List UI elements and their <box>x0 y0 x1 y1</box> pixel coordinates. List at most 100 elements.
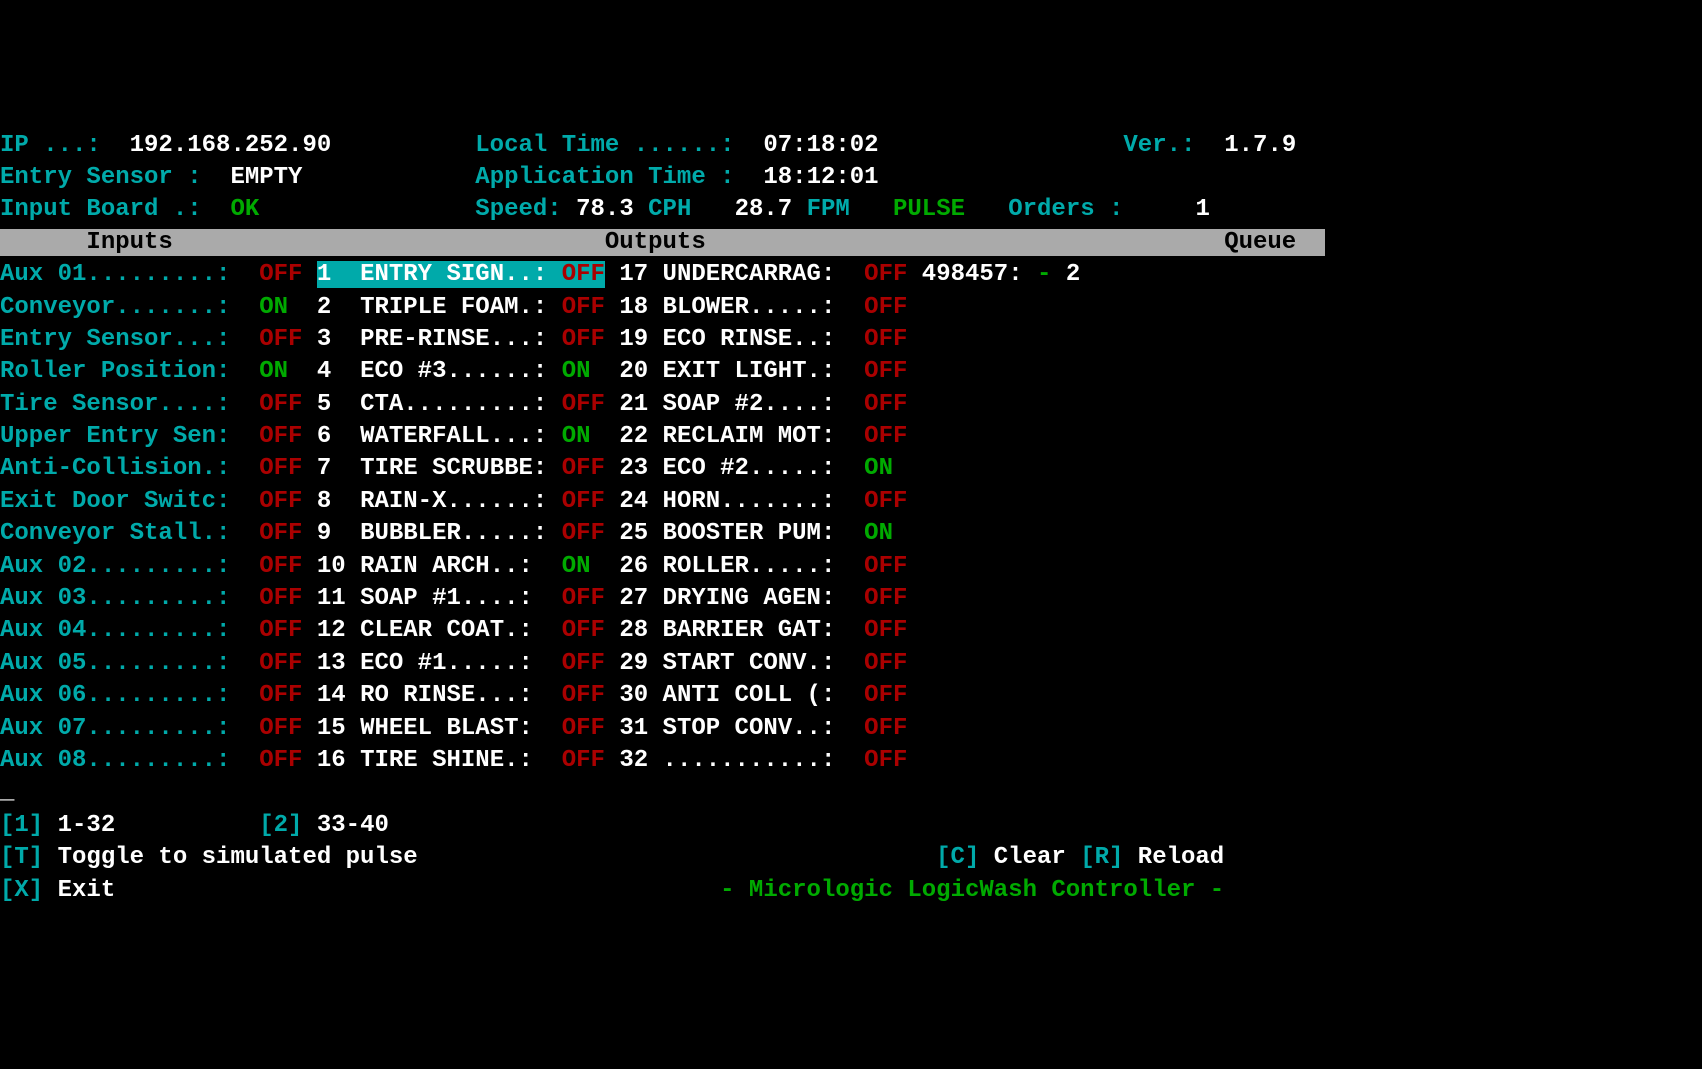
input-label: Aux 06.........: <box>0 682 245 709</box>
output-label[interactable]: 10 RAIN ARCH..: <box>317 553 562 580</box>
output-label[interactable]: 13 ECO #1.....: <box>317 650 562 677</box>
input-state: ON <box>245 358 303 385</box>
output-label[interactable]: 18 BLOWER.....: <box>619 294 864 321</box>
output-label[interactable]: 15 WHEEL BLAST: <box>317 715 562 742</box>
output-label[interactable]: 31 STOP CONV..: <box>619 715 864 742</box>
key-c-text: Clear <box>994 844 1080 871</box>
input-state: OFF <box>245 617 303 644</box>
input-label: Aux 03.........: <box>0 585 245 612</box>
output-label[interactable]: 17 UNDERCARRAG: <box>619 261 864 288</box>
queue-dash: - <box>1037 261 1066 288</box>
input-state: OFF <box>245 747 303 774</box>
input-label: Aux 04.........: <box>0 617 245 644</box>
output-label[interactable]: 25 BOOSTER PUM: <box>619 520 864 547</box>
output-label-selected[interactable]: 1 ENTRY SIGN..: <box>317 261 562 288</box>
label-localtime: Local Time ......: <box>475 132 749 159</box>
output-label[interactable]: 7 TIRE SCRUBBE: <box>317 455 562 482</box>
output-state-selected: OFF <box>562 261 605 288</box>
output-state: OFF <box>864 650 907 677</box>
output-state: OFF <box>864 358 907 385</box>
input-label: Conveyor Stall.: <box>0 520 245 547</box>
output-label[interactable]: 24 HORN.......: <box>619 488 864 515</box>
key-r-text: Reload <box>1138 844 1224 871</box>
input-state: OFF <box>245 391 303 418</box>
output-label[interactable]: 2 TRIPLE FOAM.: <box>317 294 562 321</box>
output-label[interactable]: 22 RECLAIM MOT: <box>619 423 864 450</box>
value-pulse: PULSE <box>893 196 1008 223</box>
label-ip: IP ...: <box>0 132 115 159</box>
label-entry-sensor: Entry Sensor : <box>0 164 216 191</box>
output-label[interactable]: 29 START CONV.: <box>619 650 864 677</box>
output-state: OFF <box>864 261 907 288</box>
output-label[interactable]: 21 SOAP #2....: <box>619 391 864 418</box>
output-state: ON <box>864 520 907 547</box>
label-version: Ver.: <box>1123 132 1209 159</box>
input-label: Aux 08.........: <box>0 747 245 774</box>
input-label: Entry Sensor...: <box>0 326 245 353</box>
cursor: _ <box>0 779 14 806</box>
output-label[interactable]: 4 ECO #3......: <box>317 358 562 385</box>
label-app-time: Application Time : <box>475 164 749 191</box>
label-speed: Speed: <box>475 196 576 223</box>
input-label: Anti-Collision.: <box>0 455 245 482</box>
output-label[interactable]: 12 CLEAR COAT.: <box>317 617 562 644</box>
output-label[interactable]: 8 RAIN-X......: <box>317 488 562 515</box>
key-t[interactable]: [T] <box>0 844 58 871</box>
input-label: Aux 01.........: <box>0 261 245 288</box>
output-state: OFF <box>864 617 907 644</box>
output-state: OFF <box>864 391 907 418</box>
input-state: OFF <box>245 488 303 515</box>
input-state: OFF <box>245 553 303 580</box>
value-app-time: 18:12:01 <box>749 164 879 191</box>
unit-fpm: FPM <box>807 196 893 223</box>
output-state: ON <box>864 455 907 482</box>
output-state: OFF <box>562 747 605 774</box>
value-orders: 1 <box>1138 196 1210 223</box>
input-state: OFF <box>245 455 303 482</box>
value-speed-fpm: 28.7 <box>735 196 807 223</box>
output-label[interactable]: 20 EXIT LIGHT.: <box>619 358 864 385</box>
output-state: ON <box>562 423 605 450</box>
key-1[interactable]: [1] <box>0 812 58 839</box>
output-state: OFF <box>562 455 605 482</box>
input-state: OFF <box>245 520 303 547</box>
key-x[interactable]: [X] <box>0 877 58 904</box>
output-label[interactable]: 5 CTA.........: <box>317 391 562 418</box>
key-c[interactable]: [C] <box>936 844 994 871</box>
output-state: OFF <box>562 650 605 677</box>
output-label[interactable]: 28 BARRIER GAT: <box>619 617 864 644</box>
key-2-text: 33-40 <box>317 812 389 839</box>
brand-footer: - Micrologic LogicWash Controller - <box>720 877 1224 904</box>
value-ip: 192.168.252.90 <box>115 132 475 159</box>
output-label[interactable]: 26 ROLLER.....: <box>619 553 864 580</box>
key-2[interactable]: [2] <box>259 812 317 839</box>
output-state: OFF <box>562 326 605 353</box>
key-1-text: 1-32 <box>58 812 260 839</box>
output-label[interactable]: 19 ECO RINSE..: <box>619 326 864 353</box>
output-label[interactable]: 27 DRYING AGEN: <box>619 585 864 612</box>
key-t-text: Toggle to simulated pulse <box>58 844 937 871</box>
input-state: OFF <box>245 326 303 353</box>
output-label[interactable]: 16 TIRE SHINE.: <box>317 747 562 774</box>
output-state: OFF <box>864 682 907 709</box>
output-state: OFF <box>864 326 907 353</box>
output-state: OFF <box>562 617 605 644</box>
output-state: OFF <box>864 585 907 612</box>
output-label[interactable]: 6 WATERFALL...: <box>317 423 562 450</box>
output-label[interactable]: 3 PRE-RINSE...: <box>317 326 562 353</box>
output-label[interactable]: 11 SOAP #1....: <box>317 585 562 612</box>
output-state: OFF <box>562 488 605 515</box>
output-label[interactable]: 9 BUBBLER.....: <box>317 520 562 547</box>
output-label[interactable]: 23 ECO #2.....: <box>619 455 864 482</box>
output-label[interactable]: 30 ANTI COLL (: <box>619 682 864 709</box>
output-label[interactable]: 14 RO RINSE...: <box>317 682 562 709</box>
value-entry-sensor: EMPTY <box>216 164 475 191</box>
output-state: ON <box>562 553 605 580</box>
output-label[interactable]: 32 ...........: <box>619 747 864 774</box>
output-state: OFF <box>562 520 605 547</box>
input-label: Exit Door Switc: <box>0 488 245 515</box>
input-state: ON <box>245 294 303 321</box>
output-state: OFF <box>562 294 605 321</box>
key-r[interactable]: [R] <box>1080 844 1138 871</box>
section-header-bar: Inputs Outputs Queue <box>0 229 1325 256</box>
